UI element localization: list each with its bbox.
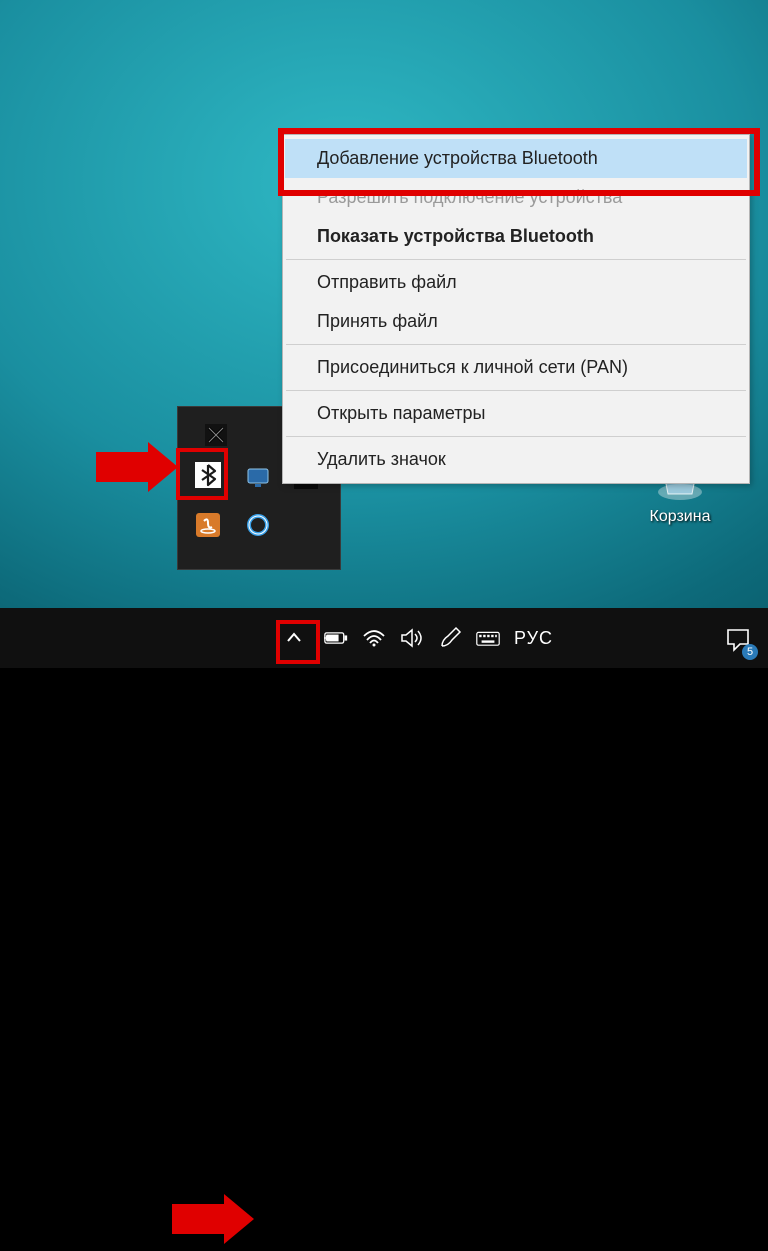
wifi-icon[interactable] bbox=[362, 626, 386, 650]
taskbar[interactable]: РУС 5 bbox=[0, 608, 768, 668]
action-center-icon[interactable]: 5 bbox=[720, 622, 756, 658]
desktop[interactable]: 9,9 ГБ Корзина Добавление устройства Blu… bbox=[0, 0, 768, 608]
highlight-bluetooth-icon bbox=[176, 448, 228, 500]
language-indicator[interactable]: РУС bbox=[514, 628, 553, 649]
menu-open-settings[interactable]: Открыть параметры bbox=[285, 394, 747, 433]
volume-icon[interactable] bbox=[400, 626, 424, 650]
annotation-arrow-2 bbox=[170, 1192, 256, 1246]
pen-icon[interactable] bbox=[438, 626, 462, 650]
bluetooth-context-menu: Добавление устройства Bluetooth Разрешит… bbox=[282, 134, 750, 484]
annotation-arrow-1 bbox=[94, 440, 180, 494]
tray-icon-java[interactable] bbox=[188, 505, 228, 545]
menu-remove-icon[interactable]: Удалить значок bbox=[285, 440, 747, 479]
menu-separator bbox=[286, 390, 746, 391]
menu-separator bbox=[286, 436, 746, 437]
tray-chevron-icon[interactable] bbox=[280, 624, 308, 652]
menu-show-devices[interactable]: Показать устройства Bluetooth bbox=[285, 217, 747, 256]
menu-separator bbox=[286, 344, 746, 345]
keyboard-icon[interactable] bbox=[476, 626, 500, 650]
menu-allow-connection: Разрешить подключение устройства bbox=[285, 178, 747, 217]
highlight-tray-chevron bbox=[276, 620, 320, 664]
battery-icon[interactable] bbox=[324, 626, 348, 650]
menu-send-file[interactable]: Отправить файл bbox=[285, 263, 747, 302]
menu-add-device[interactable]: Добавление устройства Bluetooth bbox=[285, 139, 747, 178]
system-tray: РУС bbox=[324, 608, 553, 668]
tray-icon-monitor[interactable] bbox=[238, 457, 278, 497]
menu-join-pan[interactable]: Присоединиться к личной сети (PAN) bbox=[285, 348, 747, 387]
tray-icon-cortana[interactable] bbox=[238, 505, 278, 545]
recycle-bin-label: Корзина bbox=[638, 508, 722, 526]
notification-badge: 5 bbox=[742, 644, 758, 660]
menu-separator bbox=[286, 259, 746, 260]
menu-receive-file[interactable]: Принять файл bbox=[285, 302, 747, 341]
